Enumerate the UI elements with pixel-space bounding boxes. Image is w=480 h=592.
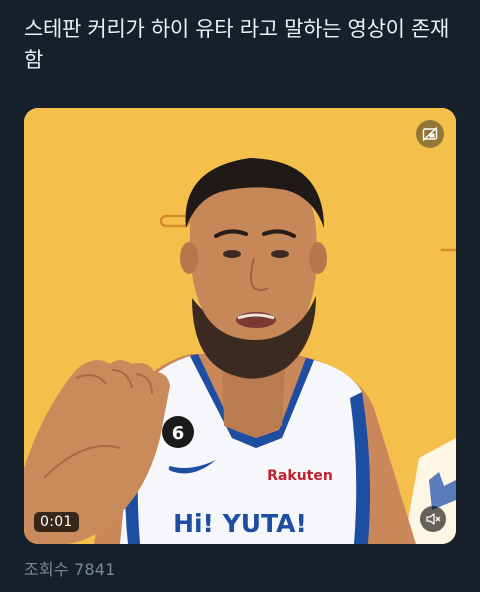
jersey-text: Hi! YUTA! bbox=[173, 509, 307, 538]
pip-button[interactable] bbox=[416, 120, 444, 148]
mute-button[interactable] bbox=[420, 506, 446, 532]
picture-in-picture-off-icon bbox=[422, 126, 438, 142]
video-frame: 6 Rakuten Hi! YUTA! bbox=[24, 108, 456, 544]
sponsor-text: Rakuten bbox=[267, 468, 333, 484]
view-count: 조회수 7841 bbox=[24, 560, 116, 579]
video-timestamp: 0:01 bbox=[34, 512, 79, 532]
video-player[interactable]: 6 Rakuten Hi! YUTA! 0:01 bbox=[24, 108, 456, 544]
post-text: 스테판 커리가 하이 유타 라고 말하는 영상이 존재함 bbox=[24, 17, 450, 72]
jersey-number: 6 bbox=[172, 423, 185, 444]
volume-muted-icon bbox=[426, 513, 441, 525]
